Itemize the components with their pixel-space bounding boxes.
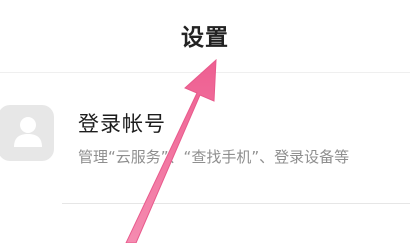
account-subtitle: 管理“云服务”、“查找手机”、登录设备等: [78, 148, 350, 166]
user-avatar-icon: [0, 105, 54, 161]
page-title: 设置: [181, 25, 229, 51]
top-bar: 设置: [0, 0, 410, 72]
divider: [62, 203, 410, 204]
login-account-row[interactable]: 登录帐号 管理“云服务”、“查找手机”、登录设备等: [0, 73, 410, 203]
account-title: 登录帐号: [78, 112, 166, 136]
